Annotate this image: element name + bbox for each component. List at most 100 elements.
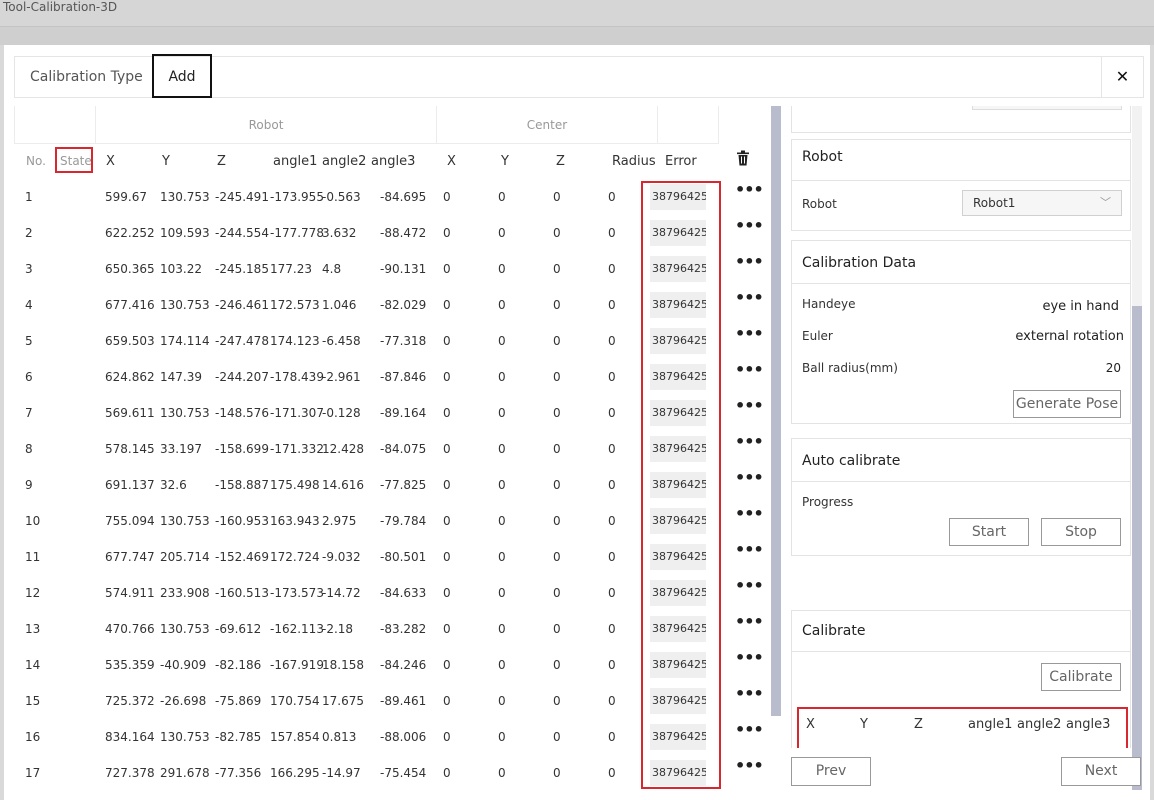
cell-y: 130.753	[160, 514, 210, 528]
trash-icon[interactable]	[736, 150, 750, 168]
cell-cz: 0	[553, 478, 561, 492]
cell-no: 6	[25, 370, 33, 384]
cell-z: -245.491	[215, 190, 269, 204]
cell-x: 677.747	[105, 550, 155, 564]
cell-r: 0	[608, 334, 616, 348]
cell-a3: -89.164	[380, 406, 427, 420]
calibrate-section: Calibrate Calibrate X Y Zangle1 angle2 angle…	[791, 610, 1131, 748]
cell-a2: -2.961	[322, 370, 361, 384]
more-options-icon[interactable]: •••	[735, 648, 764, 667]
cell-cy: 0	[498, 370, 506, 384]
cell-cy: 0	[498, 190, 506, 204]
cell-cx: 0	[443, 586, 451, 600]
cell-cz: 0	[553, 622, 561, 636]
tab-add[interactable]: Add	[152, 54, 212, 98]
more-options-icon[interactable]: •••	[735, 360, 764, 379]
start-button[interactable]: Start	[949, 518, 1029, 546]
group-header-blank	[14, 106, 96, 144]
cell-cz: 0	[553, 442, 561, 456]
more-options-icon[interactable]: •••	[735, 540, 764, 559]
next-button[interactable]: Next	[1061, 757, 1141, 786]
cell-y: -26.698	[160, 694, 207, 708]
cell-a2: -6.458	[322, 334, 361, 348]
cut-off-select[interactable]	[972, 106, 1122, 110]
cell-r: 0	[608, 622, 616, 636]
cell-cz: 0	[553, 694, 561, 708]
more-options-icon[interactable]: •••	[735, 576, 764, 595]
robot-section: Robot Robot Robot1 ﹀	[791, 139, 1131, 231]
more-options-icon[interactable]: •••	[735, 288, 764, 307]
cell-z: -158.699	[215, 442, 269, 456]
cell-z: -160.953	[215, 514, 269, 528]
cell-y: 33.197	[160, 442, 202, 456]
more-options-icon[interactable]: •••	[735, 324, 764, 343]
cell-r: 0	[608, 658, 616, 672]
cell-no: 13	[25, 622, 41, 636]
cell-x: 677.416	[105, 298, 155, 312]
table-scrollbar[interactable]	[771, 106, 781, 716]
more-options-icon[interactable]: •••	[735, 684, 764, 703]
cell-cx: 0	[443, 262, 451, 276]
cell-x: 569.611	[105, 406, 155, 420]
cell-cy: 0	[498, 478, 506, 492]
cell-z: -82.186	[215, 658, 262, 672]
cell-cx: 0	[443, 766, 451, 780]
cell-cy: 0	[498, 442, 506, 456]
more-options-icon[interactable]: •••	[735, 468, 764, 487]
more-options-icon[interactable]: •••	[735, 180, 764, 199]
cell-cy: 0	[498, 730, 506, 744]
cell-a1: 174.123	[270, 334, 320, 348]
robot-label: Robot	[802, 197, 837, 211]
cell-x: 755.094	[105, 514, 155, 528]
more-options-icon[interactable]: •••	[735, 396, 764, 415]
cell-r: 0	[608, 694, 616, 708]
more-options-icon[interactable]: •••	[735, 720, 764, 739]
cell-a2: -0.128	[322, 406, 361, 420]
cell-z: -245.185	[215, 262, 269, 276]
cell-r: 0	[608, 442, 616, 456]
cell-a3: -77.318	[380, 334, 427, 348]
settings-scrollbar-thumb[interactable]	[1132, 306, 1142, 790]
cell-r: 0	[608, 226, 616, 240]
close-icon[interactable]: ✕	[1101, 57, 1143, 97]
cell-a2: -14.72	[322, 586, 361, 600]
col-header-y: Y	[162, 154, 170, 169]
generate-pose-button[interactable]: Generate Pose	[1013, 390, 1121, 418]
robot-select[interactable]: Robot1 ﹀	[962, 190, 1122, 216]
col-header-angle2: angle2	[322, 154, 367, 169]
top-cut-section	[791, 106, 1131, 133]
cell-a3: -84.246	[380, 658, 427, 672]
cell-z: -158.887	[215, 478, 269, 492]
euler-value: external rotation	[1015, 329, 1124, 344]
more-options-icon[interactable]: •••	[735, 432, 764, 451]
cell-cz: 0	[553, 406, 561, 420]
cell-y: 205.714	[160, 550, 210, 564]
cell-cx: 0	[443, 442, 451, 456]
robot-section-title: Robot	[802, 149, 843, 165]
more-options-icon[interactable]: •••	[735, 504, 764, 523]
auto-calibrate-title: Auto calibrate	[802, 453, 901, 469]
settings-scrollbar[interactable]	[1132, 106, 1142, 790]
cell-a2: -0.563	[322, 190, 361, 204]
more-options-icon[interactable]: •••	[735, 252, 764, 271]
cell-a1: 157.854	[270, 730, 320, 744]
cell-z: -75.869	[215, 694, 262, 708]
cell-a2: 0.813	[322, 730, 357, 744]
more-options-icon[interactable]: •••	[735, 612, 764, 631]
cell-cx: 0	[443, 550, 451, 564]
tab-calibration-type[interactable]: Calibration Type	[30, 57, 143, 97]
calibration-data-section: Calibration Data Handeye eye in hand Eul…	[791, 240, 1131, 424]
cell-y: 233.908	[160, 586, 210, 600]
calibrate-button[interactable]: Calibrate	[1041, 663, 1121, 691]
stop-button[interactable]: Stop	[1041, 518, 1121, 546]
cell-r: 0	[608, 190, 616, 204]
progress-label: Progress	[802, 495, 854, 509]
cell-cy: 0	[498, 514, 506, 528]
result-header: angle3	[1066, 717, 1111, 732]
prev-button[interactable]: Prev	[791, 757, 871, 786]
more-options-icon[interactable]: •••	[735, 216, 764, 235]
cell-x: 624.862	[105, 370, 155, 384]
col-header-angle3: angle3	[371, 154, 416, 169]
more-options-icon[interactable]: •••	[735, 756, 764, 775]
cell-a3: -84.075	[380, 442, 427, 456]
